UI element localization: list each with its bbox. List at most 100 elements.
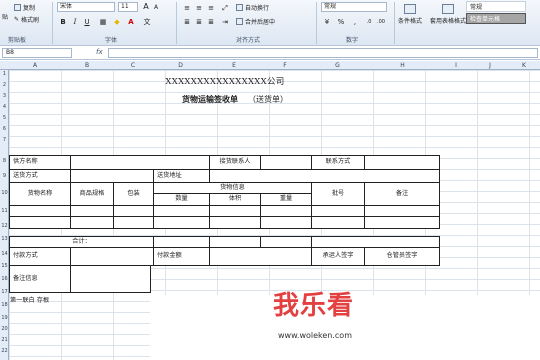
align-middle-icon[interactable]: ≡	[194, 3, 204, 13]
shrink-font-button[interactable]: A	[151, 3, 161, 13]
fill-color-icon[interactable]: ◆	[112, 17, 122, 27]
row-header[interactable]: 14	[0, 251, 9, 257]
row-header[interactable]: 1	[0, 71, 9, 77]
wrap-text-button[interactable]: 自动换行	[236, 3, 269, 12]
supplier-label[interactable]: 供方名称	[9, 155, 71, 170]
column-header[interactable]: F	[260, 61, 310, 70]
row-header[interactable]: 4	[0, 104, 9, 110]
remark-info-label[interactable]: 备注信息	[9, 265, 71, 293]
row-header[interactable]: 5	[0, 115, 9, 121]
copy-button[interactable]: 复制	[14, 3, 35, 12]
number-format-select[interactable]: 常规	[321, 2, 387, 12]
row-header[interactable]: 6	[0, 126, 9, 132]
orientation-icon[interactable]: ⤢	[220, 3, 230, 13]
merge-center-button[interactable]: 合并后居中	[236, 17, 275, 26]
remark-header[interactable]: 备注	[364, 182, 440, 206]
currency-icon[interactable]: ¥	[322, 17, 332, 27]
column-header[interactable]: B	[61, 61, 113, 70]
contact-method-value[interactable]	[364, 155, 440, 170]
row-header[interactable]: 8	[0, 158, 9, 164]
row-header[interactable]: 3	[0, 93, 9, 99]
percent-button[interactable]: %	[336, 17, 346, 27]
row-header[interactable]: 9	[0, 173, 9, 179]
decrease-decimal-icon[interactable]: .00	[376, 17, 386, 27]
format-painter-button[interactable]: ✎ 格式刷	[14, 15, 39, 24]
style-normal[interactable]: 常规	[466, 1, 526, 12]
grow-font-button[interactable]: A	[141, 2, 151, 12]
paste-button[interactable]: 贴	[2, 12, 8, 21]
row-header[interactable]: 21	[0, 337, 9, 343]
column-header[interactable]: A	[9, 61, 61, 70]
conditional-format-button[interactable]: 条件格式	[398, 4, 422, 25]
table-cell[interactable]	[260, 216, 312, 229]
row-header[interactable]: 10	[0, 190, 9, 196]
increase-decimal-icon[interactable]: .0	[364, 17, 374, 27]
align-right-icon[interactable]: ≣	[206, 17, 216, 27]
row-header[interactable]: 16	[0, 276, 9, 282]
payment-amount-value[interactable]	[209, 247, 312, 266]
delivery-address-label[interactable]: 送货地址	[153, 169, 210, 183]
indent-icon[interactable]: ⇥	[220, 17, 230, 27]
row-header[interactable]: 7	[0, 137, 9, 143]
formula-input[interactable]	[108, 48, 538, 58]
row-header[interactable]: 22	[0, 348, 9, 354]
row-header[interactable]: 13	[0, 236, 9, 242]
payment-method-value[interactable]	[70, 247, 154, 266]
form-subtitle[interactable]: 货物运输签收单 （送货单）	[140, 94, 330, 105]
row-header[interactable]: 20	[0, 326, 9, 332]
row-header[interactable]: 15	[0, 263, 9, 269]
column-header[interactable]: D	[153, 61, 208, 70]
border-icon[interactable]: ▦	[98, 17, 108, 27]
remark-info-value[interactable]	[70, 265, 151, 293]
supplier-value[interactable]	[70, 155, 210, 170]
delivery-method-value[interactable]	[70, 169, 154, 183]
spec-header[interactable]: 商品规格	[70, 182, 114, 206]
row-header[interactable]: 18	[0, 302, 9, 308]
payment-amount-label[interactable]: 付款金额	[153, 247, 210, 266]
column-header[interactable]: H	[365, 61, 440, 70]
batch-no-header[interactable]: 批号	[311, 182, 365, 206]
column-header[interactable]: C	[113, 61, 153, 70]
table-cell[interactable]	[364, 216, 440, 229]
column-header[interactable]: E	[208, 61, 260, 70]
name-box[interactable]: B8	[2, 48, 72, 58]
column-header[interactable]: K	[508, 61, 540, 70]
column-header[interactable]: J	[472, 61, 508, 70]
row-header[interactable]: 2	[0, 82, 9, 88]
font-color-icon[interactable]: A	[126, 17, 136, 27]
contact-method-label[interactable]: 联系方式	[311, 155, 365, 170]
table-format-button[interactable]: 套用表格格式	[430, 4, 466, 25]
underline-button[interactable]: U	[82, 17, 92, 27]
font-size-select[interactable]: 11	[118, 2, 138, 12]
column-header[interactable]: G	[310, 61, 365, 70]
font-name-select[interactable]: 宋体	[57, 2, 115, 12]
row-header[interactable]: 11	[0, 208, 9, 214]
row-header[interactable]: 12	[0, 223, 9, 229]
italic-button[interactable]: I	[70, 17, 80, 27]
table-cell[interactable]	[70, 216, 114, 229]
column-header[interactable]: I	[440, 61, 472, 70]
payment-method-label[interactable]: 付款方式	[9, 247, 71, 266]
align-left-icon[interactable]: ≣	[182, 17, 192, 27]
row-header[interactable]: 19	[0, 315, 9, 321]
receiver-contact-label[interactable]: 接货联系人	[209, 155, 261, 170]
footer-note[interactable]: 第一联白 存根	[10, 295, 49, 304]
align-top-icon[interactable]: ≡	[182, 3, 192, 13]
table-cell[interactable]	[113, 216, 154, 229]
table-cell[interactable]	[153, 216, 210, 229]
row-header[interactable]: 17	[0, 289, 9, 295]
table-cell[interactable]	[9, 216, 71, 229]
align-bottom-icon[interactable]: ≡	[206, 3, 216, 13]
style-check-cell[interactable]: 检查单元格	[466, 13, 526, 24]
fx-icon[interactable]: fx	[96, 48, 103, 56]
warehouse-sign-label[interactable]: 仓管员签字	[364, 247, 440, 266]
comma-button[interactable]: ,	[350, 17, 360, 27]
table-cell[interactable]	[209, 216, 261, 229]
bold-button[interactable]: B	[58, 17, 68, 27]
phonetic-icon[interactable]: 文	[142, 17, 152, 27]
consignee-sign-label[interactable]: 承运人签字	[311, 247, 365, 266]
delivery-address-value[interactable]	[209, 169, 440, 183]
company-title[interactable]: XXXXXXXXXXXXXXXX公司	[140, 75, 310, 87]
goods-name-header[interactable]: 货物名称	[9, 182, 71, 206]
packing-header[interactable]: 包装	[113, 182, 154, 206]
